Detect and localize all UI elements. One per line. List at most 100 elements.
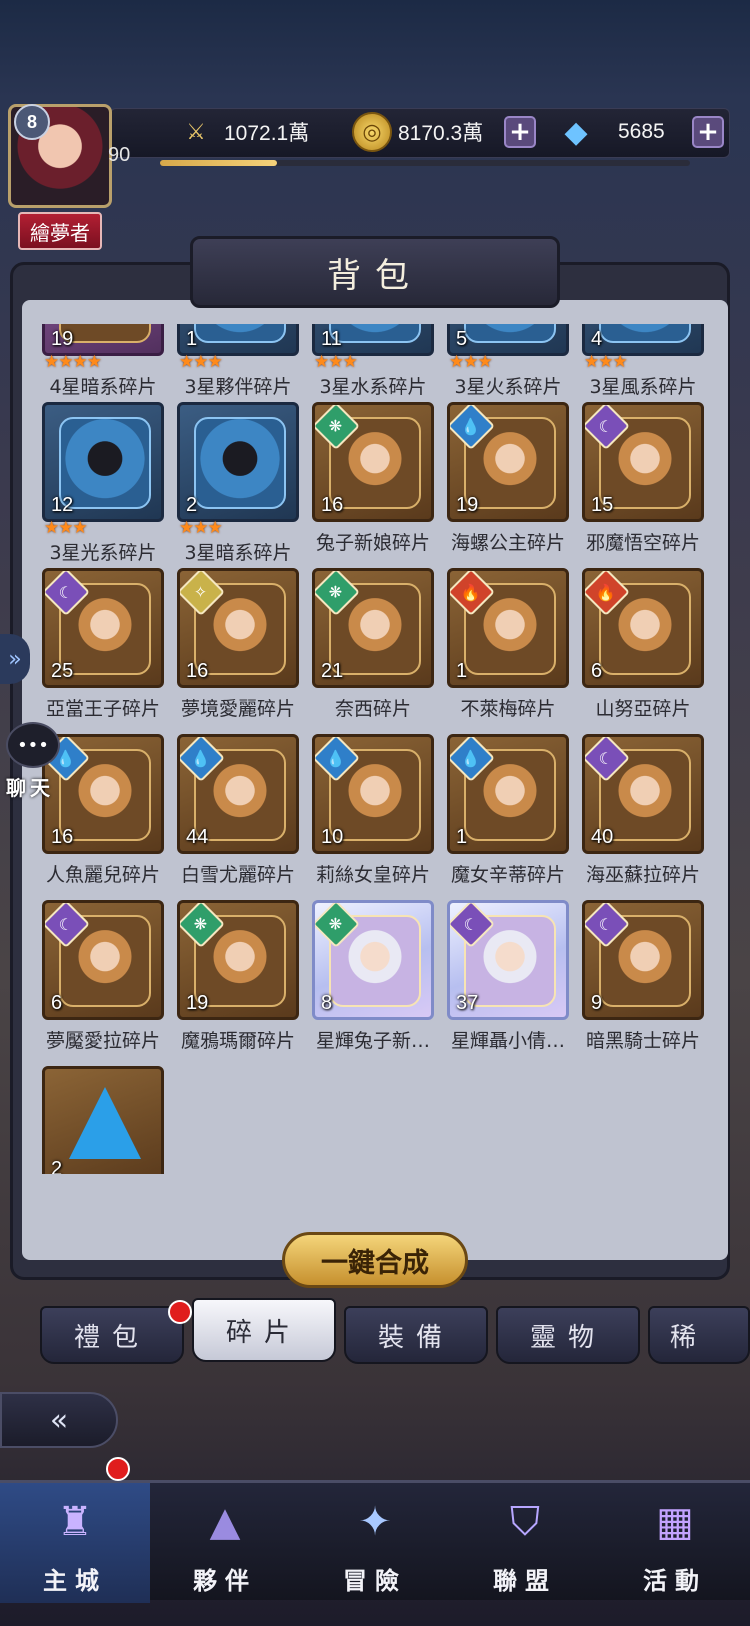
chat-label: 聊天 [6,776,54,800]
add-gold-button[interactable]: + [504,116,536,148]
back-button[interactable]: « [0,1392,118,1448]
nav-adventure[interactable]: ✦ 冒險 [300,1483,450,1603]
fragment-item[interactable]: ✧ 16 夢境愛麗碎片 [177,568,299,720]
fragment-quantity: 16 [321,494,344,516]
fragment-name: 人魚麗兒碎片 [45,864,160,886]
fragment-item[interactable]: ❋ 8 星輝兔子新… [312,900,434,1052]
star-rating: ★★★★ [44,352,102,372]
fragment-item[interactable]: 2 [42,1066,164,1174]
fragment-tile: ☾ 37 [447,900,569,1020]
fragment-quantity: 9 [591,992,603,1014]
tab-more[interactable]: 稀 [648,1306,750,1364]
fragment-tile: ☾ 25 [42,568,164,688]
fragment-item[interactable]: 2 ★★★ 3星暗系碎片 [177,402,299,564]
fragment-item[interactable]: ☾ 25 亞當王子碎片 [42,568,164,720]
fragment-item[interactable]: ❋ 16 兔子新娘碎片 [312,402,434,554]
nav-label: 夥伴 [193,1566,257,1595]
fragment-item[interactable]: 1 ★★★ 3星夥伴碎片 [177,324,299,398]
fragment-name: 魔女辛蒂碎片 [450,864,565,886]
fragment-name: 夢魘愛拉碎片 [45,1030,160,1052]
fragment-item[interactable]: 11 ★★★ 3星水系碎片 [312,324,434,398]
nav-partners[interactable]: ▲ 夥伴 [150,1483,300,1603]
player-title: 繪夢者 [30,220,90,245]
fragment-name: 海巫蘇拉碎片 [585,864,700,886]
fragment-name: 海螺公主碎片 [450,532,565,554]
fragment-name: 3星夥伴碎片 [184,376,292,398]
fragment-item[interactable]: 4 ★★★ 3星風系碎片 [582,324,704,398]
fragment-tile: 🔥 1 [447,568,569,688]
compass-icon: ✦ [358,1499,392,1545]
fragment-quantity: 40 [591,826,614,848]
fragment-item[interactable]: 5 ★★★ 3星火系碎片 [447,324,569,398]
notification-dot [168,1300,192,1324]
fragment-item[interactable]: 💧 1 魔女辛蒂碎片 [447,734,569,886]
player-title-badge[interactable]: 繪夢者 [18,212,102,250]
tab-equipment[interactable]: 裝備 [344,1306,488,1364]
nav-main-city[interactable]: ♜ 主城 [0,1483,150,1603]
fragment-tile: ❋ 19 [177,900,299,1020]
star-rating: ★★★ [179,352,223,372]
fragment-item[interactable]: ☾ 40 海巫蘇拉碎片 [582,734,704,886]
nav-alliance[interactable]: ⛉ 聯盟 [450,1483,600,1603]
fragment-quantity: 1 [456,660,468,682]
power-display: ⚔ 1072.1萬 [176,112,309,152]
fragment-item[interactable]: 💧 44 白雪尤麗碎片 [177,734,299,886]
fragment-item[interactable]: ☾ 15 邪魔悟空碎片 [582,402,704,554]
fragment-item[interactable]: ☾ 9 暗黑騎士碎片 [582,900,704,1052]
fragment-name: 白雪尤麗碎片 [180,864,295,886]
fragment-item[interactable]: ☾ 37 星輝聶小倩… [447,900,569,1052]
fragment-quantity: 8 [321,992,333,1014]
fragment-name: 奈西碎片 [334,698,411,720]
tab-fragments[interactable]: 碎片 [192,1298,336,1362]
fragment-item[interactable]: 🔥 6 山努亞碎片 [582,568,704,720]
gold-display: ◎ 8170.3萬 [352,112,483,152]
fragment-name: 邪魔悟空碎片 [585,532,700,554]
star-rating: ★★★ [179,518,223,538]
star-rating: ★★★ [584,352,628,372]
fragment-item[interactable]: ❋ 21 奈西碎片 [312,568,434,720]
fragment-item[interactable]: 19 ★★★★ 4星暗系碎片 [42,324,164,398]
tab-label: 稀 [670,1322,709,1353]
fragment-quantity: 1 [186,328,198,350]
fragment-name: 3星光系碎片 [49,542,157,564]
nav-events[interactable]: ▦ 活動 [600,1483,750,1603]
diamond-display: ◆ 5685 [556,112,664,152]
gold-value: 8170.3萬 [398,122,484,145]
fragment-item[interactable]: ☾ 6 夢魘愛拉碎片 [42,900,164,1052]
panel-title: 背包 [327,255,423,296]
back-arrow-icon: « [49,1402,69,1438]
bottom-nav: ♜ 主城 ▲ 夥伴 ✦ 冒險 ⛉ 聯盟 ▦ 活動 [0,1457,750,1603]
panel-header: 背包 [190,236,560,308]
chat-button[interactable]: ••• 聊天 [6,722,64,804]
fragment-name: 暗黑騎士碎片 [585,1030,700,1052]
tab-label: 禮包 [73,1322,150,1353]
expand-side-arrow-icon[interactable]: » [0,634,30,684]
fragment-item[interactable]: 💧 10 莉絲女皇碎片 [312,734,434,886]
fragment-name: 星輝兔子新… [315,1030,430,1052]
fragment-tile: ✧ 16 [177,568,299,688]
item-grid: 19 ★★★★ 4星暗系碎片 1 ★★★ 3星夥伴碎片 11 ★★★ 3星水系碎片 5 ★★★ 3星火… [32,324,722,1174]
fragment-quantity: 16 [186,660,209,682]
fragment-quantity: 10 [321,826,344,848]
tab-gift-pack[interactable]: 禮包 [40,1306,184,1364]
fragment-name: 莉絲女皇碎片 [315,864,430,886]
fragment-name: 不萊梅碎片 [460,698,556,720]
nav-label: 冒險 [343,1566,407,1595]
tab-spirit[interactable]: 靈物 [496,1306,640,1364]
one-click-merge-button[interactable]: 一鍵合成 [282,1232,468,1288]
fragment-item[interactable]: ❋ 19 魔鴉瑪爾碎片 [177,900,299,1052]
player-vip-level: 90 [108,144,131,166]
fragment-item[interactable]: 💧 19 海螺公主碎片 [447,402,569,554]
fragment-tile: 2 [177,402,299,522]
fragment-tile: ❋ 21 [312,568,434,688]
fragment-tile: 12 [42,402,164,522]
fragment-tile: ☾ 9 [582,900,704,1020]
fragment-name: 3星暗系碎片 [184,542,292,564]
add-diamond-button[interactable]: + [692,116,724,148]
fragment-item[interactable]: 12 ★★★ 3星光系碎片 [42,402,164,564]
item-grid-viewport[interactable]: 19 ★★★★ 4星暗系碎片 1 ★★★ 3星夥伴碎片 11 ★★★ 3星水系碎片 5 ★★★ 3星火… [32,324,722,1174]
backpack-tabs: 禮包 碎片 裝備 靈物 稀 [40,1298,750,1366]
fragment-quantity: 15 [591,494,614,516]
tab-label: 靈物 [529,1322,606,1353]
fragment-item[interactable]: 🔥 1 不萊梅碎片 [447,568,569,720]
